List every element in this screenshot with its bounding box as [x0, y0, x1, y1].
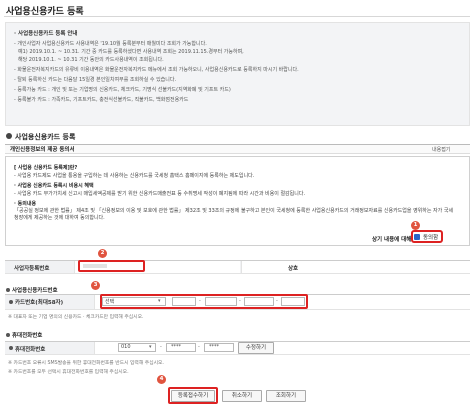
agree-label: 동의함: [423, 235, 439, 241]
agree-checkbox[interactable]: [414, 234, 420, 240]
phone-prefix-value: 010: [121, 344, 131, 350]
phone-heading-bullet-icon: [6, 333, 10, 337]
guide-title: · 사업용신용카드 등록 안내: [14, 31, 78, 37]
card-note: ※ 대표자 또는 기업 명의의 신용카드 · 체크카드만 입력해 주십시오.: [8, 315, 144, 320]
card-number-label: 카드번호(최대58자): [15, 300, 64, 306]
business-name-label: 상호: [288, 266, 299, 272]
phone-heading: 휴대전화번호: [12, 333, 43, 339]
guide-line: - 개인사업자 사업용신용카드 사용내역은 '19.10월 등록분부터 매월미다…: [14, 41, 207, 47]
guide-box: [5, 22, 470, 126]
guide-line: - 탈퇴 등록하신 카드는 다음달 15일경 본인일치여부를 조회하실 수 있습…: [14, 77, 177, 83]
phone-note: ※ 카드번호를 모두 선택시 휴대전화번호를 입력해 주십시오.: [8, 370, 129, 375]
card-number-highlight: [100, 294, 308, 309]
phone-note: ※ 카드번호 오류시 SMS발송을 위한 휴대전화번호를 반드시 입력해 주십시…: [8, 361, 164, 366]
title-divider: [4, 16, 470, 17]
step-badge-1: 1: [411, 221, 420, 230]
phone-last-value: ****: [209, 344, 219, 350]
guide-line: - 화물운전자복지카드의 유류비 이용내역은 화물운전자복지카드 메뉴에서 조회…: [14, 67, 299, 73]
collapse-link[interactable]: 내용접기: [432, 146, 450, 153]
cancel-button[interactable]: 취소하기: [222, 390, 262, 402]
section-bullet-icon: [6, 133, 12, 139]
card-heading-bullet-icon: [6, 288, 10, 292]
card-label-bullet-icon: [9, 300, 13, 304]
edit-phone-button[interactable]: 수정하기: [238, 342, 274, 354]
guide-line: - 등록가능 카드 : 개인 및 또는 기업명의 신용카드, 체크카드, 기명식…: [14, 87, 231, 93]
guide-line: 예1) 2019.10.1. ~ 10.31. 기간 중 카드를 등록하셨다면 …: [18, 49, 244, 55]
phone-label: 휴대전화번호: [15, 347, 46, 353]
phone-label-bullet-icon: [9, 346, 13, 350]
guide-line: 해당 2019.10.1. ~ 10.31 기간 동안의 카드사용내역이 조회됩…: [18, 57, 164, 63]
step-badge-2: 2: [98, 249, 107, 258]
agree-text: 상기 내용에 대해: [372, 237, 412, 243]
lookup-button[interactable]: 조회하기: [266, 390, 306, 402]
guide-line: - 등록불가 카드 : 가족카드, 기프트카드, 충전식선불카드, 직불카드, …: [14, 97, 189, 103]
register-button[interactable]: 등록접수하기: [171, 390, 215, 402]
chevron-down-icon: ▾: [149, 344, 152, 350]
consent-item: - 사업용 카드제도 사업을 통용을 구입하는 데 사용하는 신용카드를 국세청…: [14, 173, 255, 179]
consent-item: 「공공실 정보에 관한 법률」 제4조 및 「신용정보의 이용 및 보호에 관한…: [14, 208, 454, 221]
phone-middle-value: ****: [171, 344, 181, 350]
business-reg-label: 사업자등록번호: [14, 266, 50, 272]
dash-separator: -: [160, 344, 162, 350]
consent-header: 개인신용정보의 제공 동의서: [10, 147, 75, 153]
divider: [240, 261, 242, 273]
step-badge-3: 3: [91, 281, 100, 290]
dash-separator: -: [198, 344, 200, 350]
masked-value: [83, 264, 107, 268]
consent-item: - 사업용 카드 부가가치세 신고시 매입세액공제를 받기 위한 신용카드매출전…: [14, 191, 306, 197]
step-badge-4: 4: [157, 375, 166, 384]
section-title: 사업용신용카드 등록: [15, 133, 76, 141]
consent-item: · 동의내용: [14, 201, 37, 207]
card-heading: 사업용신용카드번호: [12, 288, 58, 294]
consent-item: [ 사업용 신용카드 등록제]란?: [14, 165, 78, 171]
consent-item: · 사업용 신용카드 등록시 비용시 혜택: [14, 183, 94, 189]
